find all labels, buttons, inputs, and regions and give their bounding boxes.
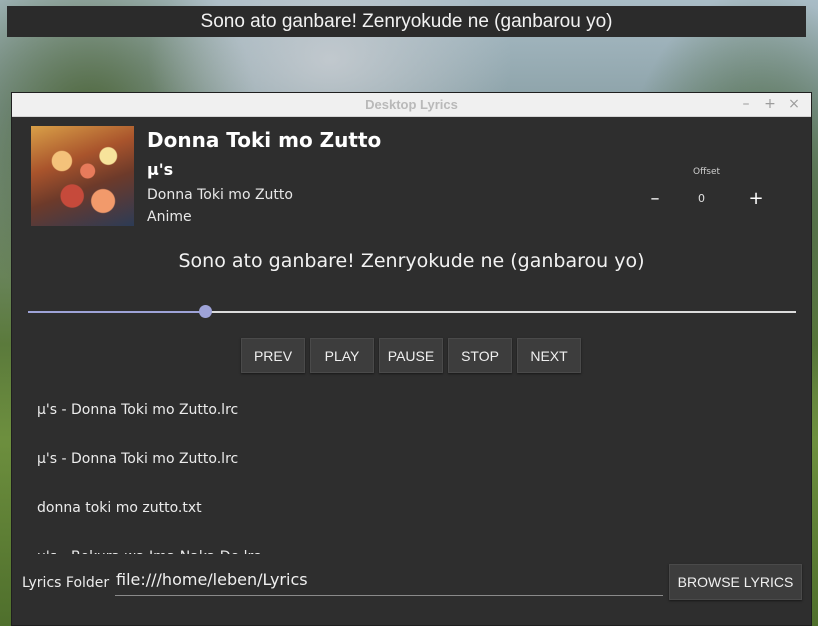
song-title: Donna Toki mo Zutto xyxy=(147,128,382,152)
album-art xyxy=(31,126,134,226)
album-name: Donna Toki mo Zutto xyxy=(147,187,293,203)
progress-slider-fill xyxy=(28,311,205,313)
lyrics-file-list[interactable]: µ's - Donna Toki mo Zutto.lrc µ's - Donn… xyxy=(12,385,811,555)
list-item[interactable]: µ's - Donna Toki mo Zutto.lrc xyxy=(12,434,811,483)
genre-label: Anime xyxy=(147,209,192,225)
list-item[interactable]: µ's - Donna Toki mo Zutto.lrc xyxy=(12,385,811,434)
current-lyric-line: Sono ato ganbare! Zenryokude ne (ganbaro… xyxy=(178,250,645,272)
lyrics-folder-input[interactable]: file:///home/leben/Lyrics xyxy=(115,564,663,596)
offset-value: 0 xyxy=(698,192,705,205)
playback-controls: PREV PLAY PAUSE STOP NEXT xyxy=(241,338,581,373)
offset-label: Offset xyxy=(693,167,721,177)
offset-increase-button[interactable]: + xyxy=(747,189,765,209)
progress-slider[interactable] xyxy=(28,305,796,318)
lyrics-folder-label: Lyrics Folder xyxy=(22,575,110,591)
desktop-lyrics-window: Desktop Lyrics – + × Donna Toki mo Zutto… xyxy=(11,92,812,626)
stop-button[interactable]: STOP xyxy=(448,338,512,373)
window-title: Desktop Lyrics xyxy=(365,97,458,112)
next-button[interactable]: NEXT xyxy=(517,338,581,373)
play-button[interactable]: PLAY xyxy=(310,338,374,373)
lyrics-overlay-bar: Sono ato ganbare! Zenryokude ne (ganbaro… xyxy=(7,6,806,37)
progress-slider-handle[interactable] xyxy=(198,305,212,318)
list-item[interactable]: µ's - Bokura wa Ima Naka De.lrc xyxy=(12,532,811,555)
list-item[interactable]: donna toki mo zutto.txt xyxy=(12,483,811,532)
pause-button[interactable]: PAUSE xyxy=(379,338,443,373)
window-titlebar[interactable]: Desktop Lyrics – + × xyxy=(12,93,811,117)
close-icon[interactable]: × xyxy=(787,96,801,112)
overlay-lyric-text: Sono ato ganbare! Zenryokude ne (ganbaro… xyxy=(200,10,613,32)
offset-decrease-button[interactable]: – xyxy=(646,189,664,209)
window-controls: – + × xyxy=(739,96,801,112)
artist-name: µ's xyxy=(147,160,174,179)
browse-lyrics-button[interactable]: BROWSE LYRICS xyxy=(669,564,802,600)
minimize-icon[interactable]: – xyxy=(739,96,753,112)
prev-button[interactable]: PREV xyxy=(241,338,305,373)
maximize-icon[interactable]: + xyxy=(763,96,777,112)
